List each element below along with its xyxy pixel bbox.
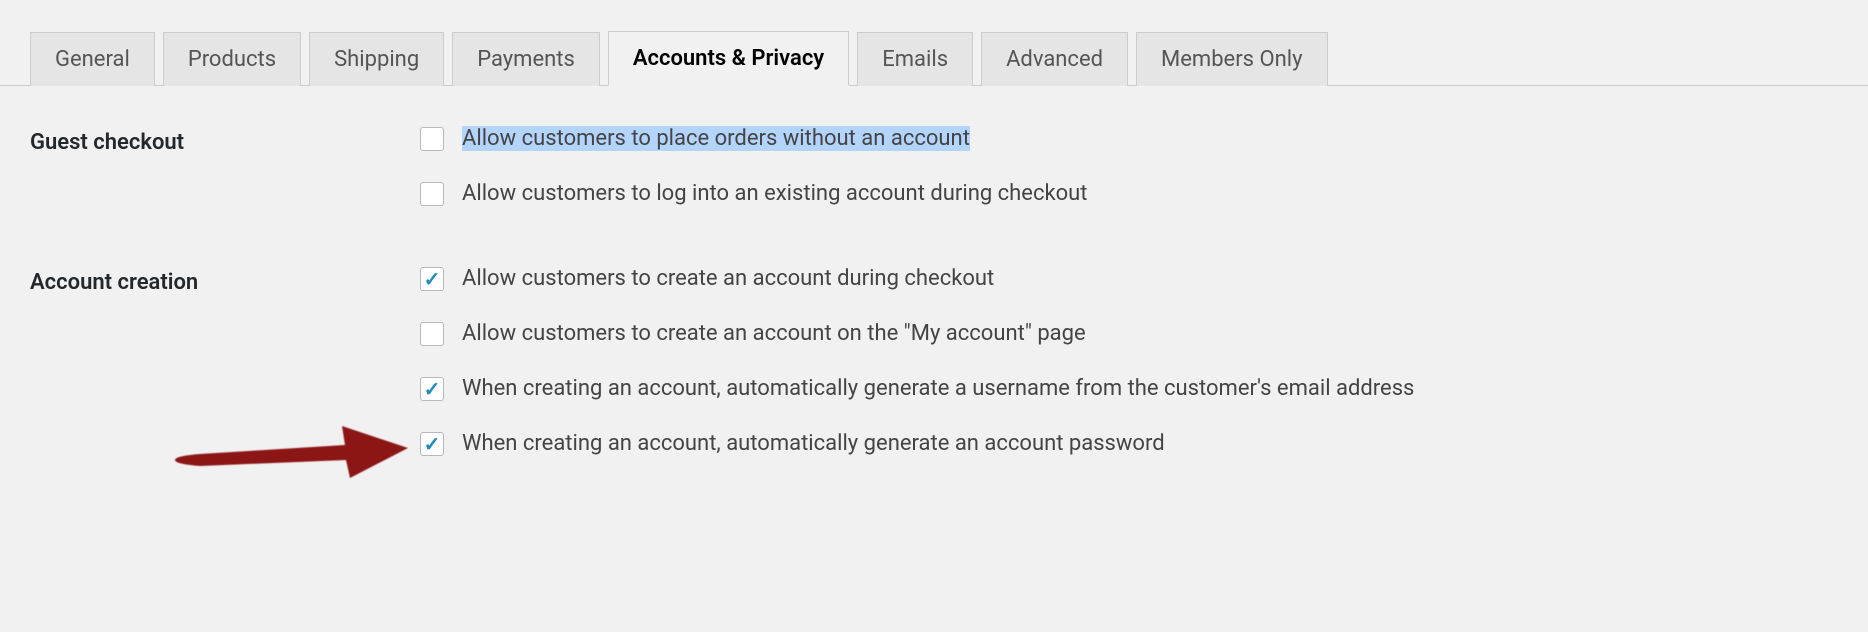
checkbox-login-checkout[interactable] (420, 182, 444, 206)
section-title-guest-checkout: Guest checkout (30, 126, 420, 155)
checkbox-auto-username[interactable] (420, 377, 444, 401)
tab-general[interactable]: General (30, 32, 155, 86)
option-create-myaccount: Allow customers to create an account on … (420, 321, 1414, 346)
settings-content: Guest checkout Allow customers to place … (0, 86, 1868, 456)
checkbox-auto-password[interactable] (420, 432, 444, 456)
checkbox-create-checkout[interactable] (420, 267, 444, 291)
option-auto-username: When creating an account, automatically … (420, 376, 1414, 401)
account-creation-options: Allow customers to create an account dur… (420, 266, 1414, 456)
label-login-checkout[interactable]: Allow customers to log into an existing … (462, 181, 1088, 206)
checkbox-create-myaccount[interactable] (420, 322, 444, 346)
tab-payments[interactable]: Payments (452, 32, 600, 86)
annotation-arrow-icon (170, 420, 410, 490)
tab-accounts-privacy[interactable]: Accounts & Privacy (608, 31, 849, 86)
tab-products[interactable]: Products (163, 32, 301, 86)
option-guest-orders: Allow customers to place orders without … (420, 126, 1088, 151)
tab-emails[interactable]: Emails (857, 32, 973, 86)
option-login-checkout: Allow customers to log into an existing … (420, 181, 1088, 206)
label-create-myaccount[interactable]: Allow customers to create an account on … (462, 321, 1086, 346)
checkbox-guest-orders[interactable] (420, 127, 444, 151)
section-guest-checkout: Guest checkout Allow customers to place … (30, 126, 1838, 206)
label-guest-orders[interactable]: Allow customers to place orders without … (462, 126, 970, 151)
tab-advanced[interactable]: Advanced (981, 32, 1128, 86)
guest-checkout-options: Allow customers to place orders without … (420, 126, 1088, 206)
label-auto-password[interactable]: When creating an account, automatically … (462, 431, 1165, 456)
option-auto-password: When creating an account, automatically … (420, 431, 1414, 456)
settings-tabs: General Products Shipping Payments Accou… (0, 0, 1868, 86)
section-title-account-creation: Account creation (30, 266, 420, 295)
option-create-checkout: Allow customers to create an account dur… (420, 266, 1414, 291)
tab-members-only[interactable]: Members Only (1136, 32, 1328, 86)
label-create-checkout[interactable]: Allow customers to create an account dur… (462, 266, 994, 291)
label-auto-username[interactable]: When creating an account, automatically … (462, 376, 1414, 401)
tab-shipping[interactable]: Shipping (309, 32, 444, 86)
